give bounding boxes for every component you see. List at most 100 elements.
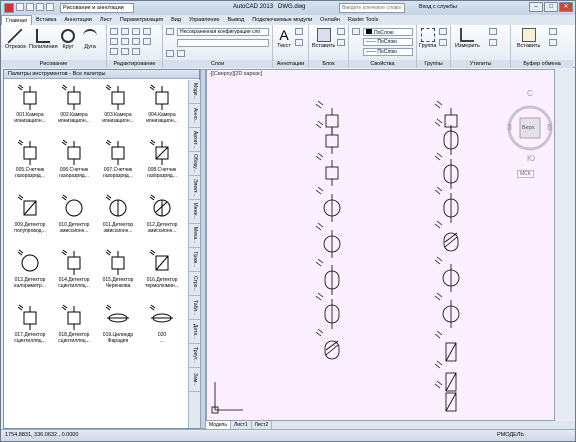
layout-tab[interactable]: Лист1	[231, 421, 252, 429]
ribbon-tab[interactable]: Вид	[167, 15, 185, 25]
line-button[interactable]: Отрезок	[5, 29, 26, 50]
close-icon[interactable]: ✕	[559, 2, 573, 12]
trim-icon[interactable]	[132, 28, 140, 35]
palette-tab[interactable]: Инже...	[189, 200, 200, 224]
viewcube-top-face[interactable]: Верх	[522, 125, 534, 131]
palette-tab[interactable]: Обору...	[189, 152, 200, 176]
dimension-icon[interactable]	[295, 28, 303, 35]
compass-north[interactable]: С	[527, 89, 533, 98]
palette-tab[interactable]: Дета...	[189, 320, 200, 344]
palette-item[interactable]: 006.Счетчик газоразряд...	[52, 137, 96, 186]
polyline-button[interactable]: Полилиния	[29, 29, 58, 50]
drawing-canvas[interactable]: -][Сверху][2D каркас] С З В Ю Верх МСК	[206, 69, 555, 421]
palette-item[interactable]: 005.Счетчик газоразряд...	[8, 137, 52, 186]
palette-item[interactable]: 002.Камера ионизацион...	[52, 82, 96, 131]
ribbon-tab[interactable]: Управление	[185, 15, 224, 25]
cut-icon[interactable]	[549, 39, 557, 46]
maximize-icon[interactable]: □	[544, 2, 558, 12]
palette-tab[interactable]: Меха...	[189, 224, 200, 248]
undo-icon[interactable]	[46, 3, 54, 11]
mirror-icon[interactable]	[121, 38, 129, 45]
text-button[interactable]: A Текст	[277, 28, 291, 49]
explode-icon[interactable]	[143, 38, 151, 45]
paste-button[interactable]: Вставить	[517, 28, 540, 49]
compass-east[interactable]: В	[547, 123, 552, 132]
app-menu-icon[interactable]	[4, 3, 14, 13]
scale-icon[interactable]	[121, 48, 129, 55]
palette-tab[interactable]: Треуг...	[189, 344, 200, 368]
leader-icon[interactable]	[295, 39, 303, 46]
palette-tab[interactable]: Граж...	[189, 248, 200, 272]
layer-freeze-icon[interactable]	[177, 50, 185, 57]
workspace-select[interactable]: Рисование и аннотации	[60, 3, 134, 13]
login-button[interactable]: Вход с службы	[419, 4, 457, 10]
palette-item[interactable]: 008.Счетчик газоразряд...	[140, 137, 184, 186]
layout-tab[interactable]: Модель	[206, 421, 231, 429]
viewcube[interactable]: С З В Ю Верх МСК	[507, 88, 553, 184]
palette-item[interactable]: 013.Детектор калориметр...	[8, 247, 52, 296]
linetype-select[interactable]: —— ПоСлою	[363, 48, 413, 56]
quick-select-icon[interactable]	[489, 28, 497, 35]
copy-clip-icon[interactable]	[549, 28, 557, 35]
layer-properties-icon[interactable]	[166, 28, 174, 35]
match-properties-icon[interactable]	[352, 28, 360, 35]
compass-south[interactable]: Ю	[527, 154, 535, 163]
insert-block-button[interactable]: Вставить	[312, 28, 335, 49]
palette-tab[interactable]: Стро...	[189, 272, 200, 296]
circle-button[interactable]: Круг	[61, 29, 75, 50]
edit-block-icon[interactable]	[337, 39, 345, 46]
palette-item[interactable]: 014.Детектор сцинтилляц...	[52, 247, 96, 296]
palette-item[interactable]: 011.Детектор эмиссионн...	[96, 192, 140, 241]
palette-item[interactable]: 001.Камера ионизацион...	[8, 82, 52, 131]
palette-item[interactable]: 012.Детектор эмиссионн...	[140, 192, 184, 241]
model-space-toggle[interactable]: РМОДЕЛЬ	[497, 430, 524, 441]
color-select[interactable]: ПоСлою	[363, 28, 413, 36]
move-icon[interactable]	[110, 28, 118, 35]
palette-item[interactable]: 004.Камера ионизацион...	[140, 82, 184, 131]
palette-item[interactable]: 009.Детектор полупровод...	[8, 192, 52, 241]
palette-tab[interactable]: Архит...	[189, 128, 200, 152]
compass-west[interactable]: З	[507, 123, 512, 132]
palette-item[interactable]: 020...	[140, 302, 184, 351]
group-edit-icon[interactable]	[439, 39, 447, 46]
palette-item[interactable]: 019.Цилиндр Фарадея	[96, 302, 140, 351]
palette-tab[interactable]: Моде...	[189, 80, 200, 104]
rotate-icon[interactable]	[121, 28, 129, 35]
ribbon-tab[interactable]: Вывод	[224, 15, 249, 25]
group-button[interactable]: Группа	[419, 28, 436, 49]
layer-select[interactable]: Несохраненная конфигурация сло	[177, 28, 269, 36]
calculator-icon[interactable]	[489, 39, 497, 46]
layer-off-icon[interactable]	[166, 50, 174, 57]
palette-tab[interactable]: Табл...	[189, 296, 200, 320]
palette-item[interactable]: 003.Камера ионизацион...	[96, 82, 140, 131]
ribbon-tab[interactable]: Аннотации	[60, 15, 96, 25]
palette-item[interactable]: 007.Счетчик газоразряд...	[96, 137, 140, 186]
lineweight-select[interactable]: —— ПоСлою	[363, 38, 413, 46]
palette-item[interactable]: 018.Детектор сцинтилляц...	[52, 302, 96, 351]
layout-tab[interactable]: Лист2	[252, 421, 273, 429]
minimize-icon[interactable]: –	[529, 2, 543, 12]
ungroup-icon[interactable]	[439, 28, 447, 35]
array-icon[interactable]	[132, 48, 140, 55]
new-icon[interactable]	[16, 3, 24, 11]
palette-tab[interactable]: Элект...	[189, 176, 200, 200]
ribbon-tab[interactable]: Raster Tools	[344, 15, 382, 25]
ribbon-tab[interactable]: Главная	[1, 15, 32, 25]
erase-icon[interactable]	[143, 28, 151, 35]
stretch-icon[interactable]	[110, 48, 118, 55]
measure-button[interactable]: Измерить	[455, 28, 480, 49]
fillet-icon[interactable]	[132, 38, 140, 45]
ribbon-tab[interactable]: Лист	[96, 15, 116, 25]
navigation-bar[interactable]	[555, 69, 575, 421]
open-icon[interactable]	[26, 3, 34, 11]
ribbon-tab[interactable]: Параметризация	[116, 15, 167, 25]
arc-button[interactable]: Дуга	[83, 29, 97, 50]
palette-tab[interactable]: Зам...	[189, 368, 200, 392]
ucs-menu[interactable]: МСК	[517, 170, 534, 178]
ribbon-tab[interactable]: Подключаемые модули	[248, 15, 316, 25]
ribbon-tab[interactable]: Онлайн	[316, 15, 344, 25]
palette-item[interactable]: 017.Детектор сцинтилляц...	[8, 302, 52, 351]
search-input[interactable]: Введите ключевое слово/фразу	[339, 3, 405, 20]
palette-tab[interactable]: Анно...	[189, 104, 200, 128]
palette-item[interactable]: 010.Детектор эмиссионн...	[52, 192, 96, 241]
